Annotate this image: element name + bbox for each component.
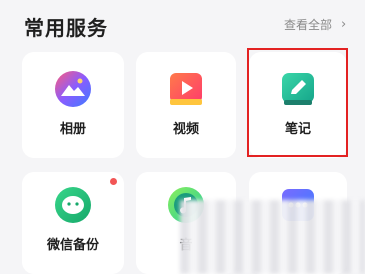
service-label: 视频 — [172, 122, 199, 137]
service-label: 相册 — [59, 122, 86, 137]
service-card-notes[interactable]: 笔记 — [249, 52, 347, 158]
section-title: 常用服务 — [24, 16, 108, 40]
photo-album-icon — [55, 71, 91, 107]
service-card-video[interactable]: 视频 — [136, 52, 236, 158]
obscured-area — [180, 200, 365, 274]
service-label: 微信备份 — [46, 238, 99, 253]
service-card-photos[interactable]: 相册 — [22, 52, 124, 158]
view-all-label: 查看全部 — [284, 18, 333, 32]
video-play-icon — [170, 73, 202, 105]
view-all-link[interactable]: 查看全部 › — [284, 16, 346, 33]
chevron-right-icon: › — [341, 17, 347, 32]
service-label: 笔记 — [284, 122, 311, 137]
wechat-backup-icon — [55, 187, 91, 223]
services-header: 常用服务 查看全部 › — [0, 0, 365, 50]
service-card-wechat-backup[interactable]: 微信备份 — [22, 172, 124, 274]
notes-pen-icon — [282, 73, 314, 105]
notification-dot — [110, 178, 117, 185]
